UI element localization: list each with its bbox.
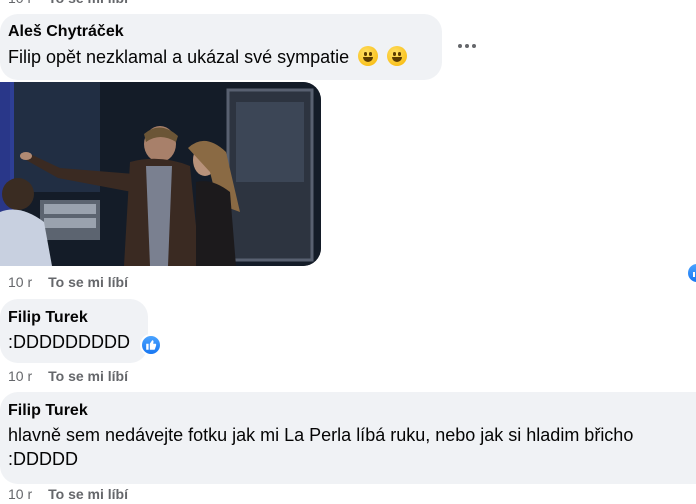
comment-meta-partial-bottom: 10 r To se mi líbí (8, 484, 128, 504)
comment-bubble: Aleš Chytráček Filip opět nezklamal a uk… (0, 14, 442, 80)
meta-row-partial-top: 10 r To se mi líbí (8, 0, 128, 8)
comment-time: 10 r (8, 368, 33, 384)
comment-bubble: Filip Turek hlavně sem nedávejte fotku j… (0, 392, 696, 484)
more-options-icon[interactable] (456, 38, 478, 54)
comment-author[interactable]: Filip Turek (8, 309, 148, 327)
like-link[interactable]: To se mi líbí (48, 486, 128, 502)
comment-photo[interactable] (0, 82, 321, 266)
comment-time: 10 r (8, 486, 33, 502)
comment-meta: 10 r To se mi líbí (8, 366, 128, 386)
photo-illustration (0, 82, 321, 266)
like-link[interactable]: To se mi líbí (48, 274, 128, 290)
like-reaction-icon[interactable] (140, 334, 162, 356)
comment-text-line: hlavně sem nedávejte fotku jak mi La Per… (8, 425, 634, 445)
like-reaction-icon (686, 262, 696, 284)
comment-time: 10 r (8, 0, 32, 6)
comment-text: :DDDDDDDDD (8, 332, 130, 352)
like-link[interactable]: To se mi líbí (48, 0, 128, 6)
comment-text-line: :DDDDD (8, 449, 78, 469)
comment-text-content: Filip opět nezklamal a ukázal své sympat… (8, 47, 350, 67)
comment-author[interactable]: Filip Turek (8, 402, 696, 420)
comment-author[interactable]: Aleš Chytráček (8, 23, 442, 41)
comment-bubble: Filip Turek :DDDDDDDDD (0, 299, 148, 363)
grinning-face-emoji (387, 46, 408, 66)
comment-meta: 10 r To se mi líbí (8, 272, 128, 292)
comment-text: Filip opět nezklamal a ukázal své sympat… (8, 45, 442, 69)
comment-time: 10 r (8, 274, 33, 290)
like-link[interactable]: To se mi líbí (48, 368, 128, 384)
grinning-face-emoji (358, 46, 379, 66)
